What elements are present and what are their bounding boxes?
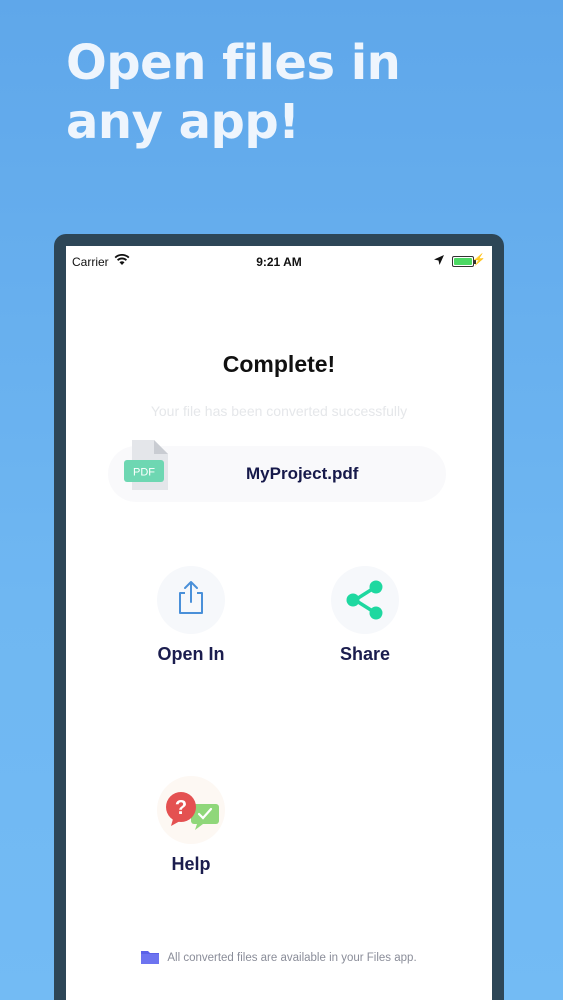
promo-headline: Open files in any app! bbox=[66, 35, 401, 150]
folder-icon bbox=[141, 951, 160, 964]
battery-icon bbox=[452, 256, 476, 267]
file-name: MyProject.pdf bbox=[246, 464, 359, 483]
status-time: 9:21 AM bbox=[256, 255, 302, 269]
share-upload-icon bbox=[179, 581, 203, 614]
svg-text:?: ? bbox=[175, 797, 187, 819]
converted-file-card[interactable]: PDF MyProject.pdf bbox=[108, 440, 446, 502]
page-title: Complete! bbox=[222, 351, 336, 377]
share-button[interactable]: Share bbox=[295, 566, 435, 665]
share-nodes-icon bbox=[346, 580, 383, 620]
app-screen: Carrier 9:21 AM ⚡ Complete! Your file ha… bbox=[66, 246, 492, 1000]
share-label: Share bbox=[339, 644, 391, 664]
files-app-note: All converted files are available in you… bbox=[66, 950, 492, 964]
pdf-badge-text: PDF bbox=[133, 467, 155, 479]
pdf-file-icon: PDF bbox=[124, 440, 168, 490]
status-bar: Carrier 9:21 AM ⚡ bbox=[66, 246, 492, 278]
open-in-button[interactable]: Open In bbox=[121, 566, 261, 665]
location-arrow-icon bbox=[434, 255, 444, 265]
help-icon-circle: ? bbox=[157, 776, 225, 844]
open-in-icon-circle bbox=[157, 566, 225, 634]
tablet-frame: Carrier 9:21 AM ⚡ Complete! Your file ha… bbox=[54, 234, 504, 1000]
help-button[interactable]: ? Help bbox=[121, 776, 261, 875]
files-app-note-text: All converted files are available in you… bbox=[167, 952, 417, 964]
page-subtitle: Your file has been converted successfull… bbox=[150, 403, 408, 419]
help-label: Help bbox=[171, 854, 211, 874]
help-chat-bubbles-icon: ? bbox=[166, 792, 219, 830]
charging-bolt-icon: ⚡ bbox=[472, 254, 486, 266]
open-in-label: Open In bbox=[157, 644, 225, 664]
share-icon-circle bbox=[331, 566, 399, 634]
